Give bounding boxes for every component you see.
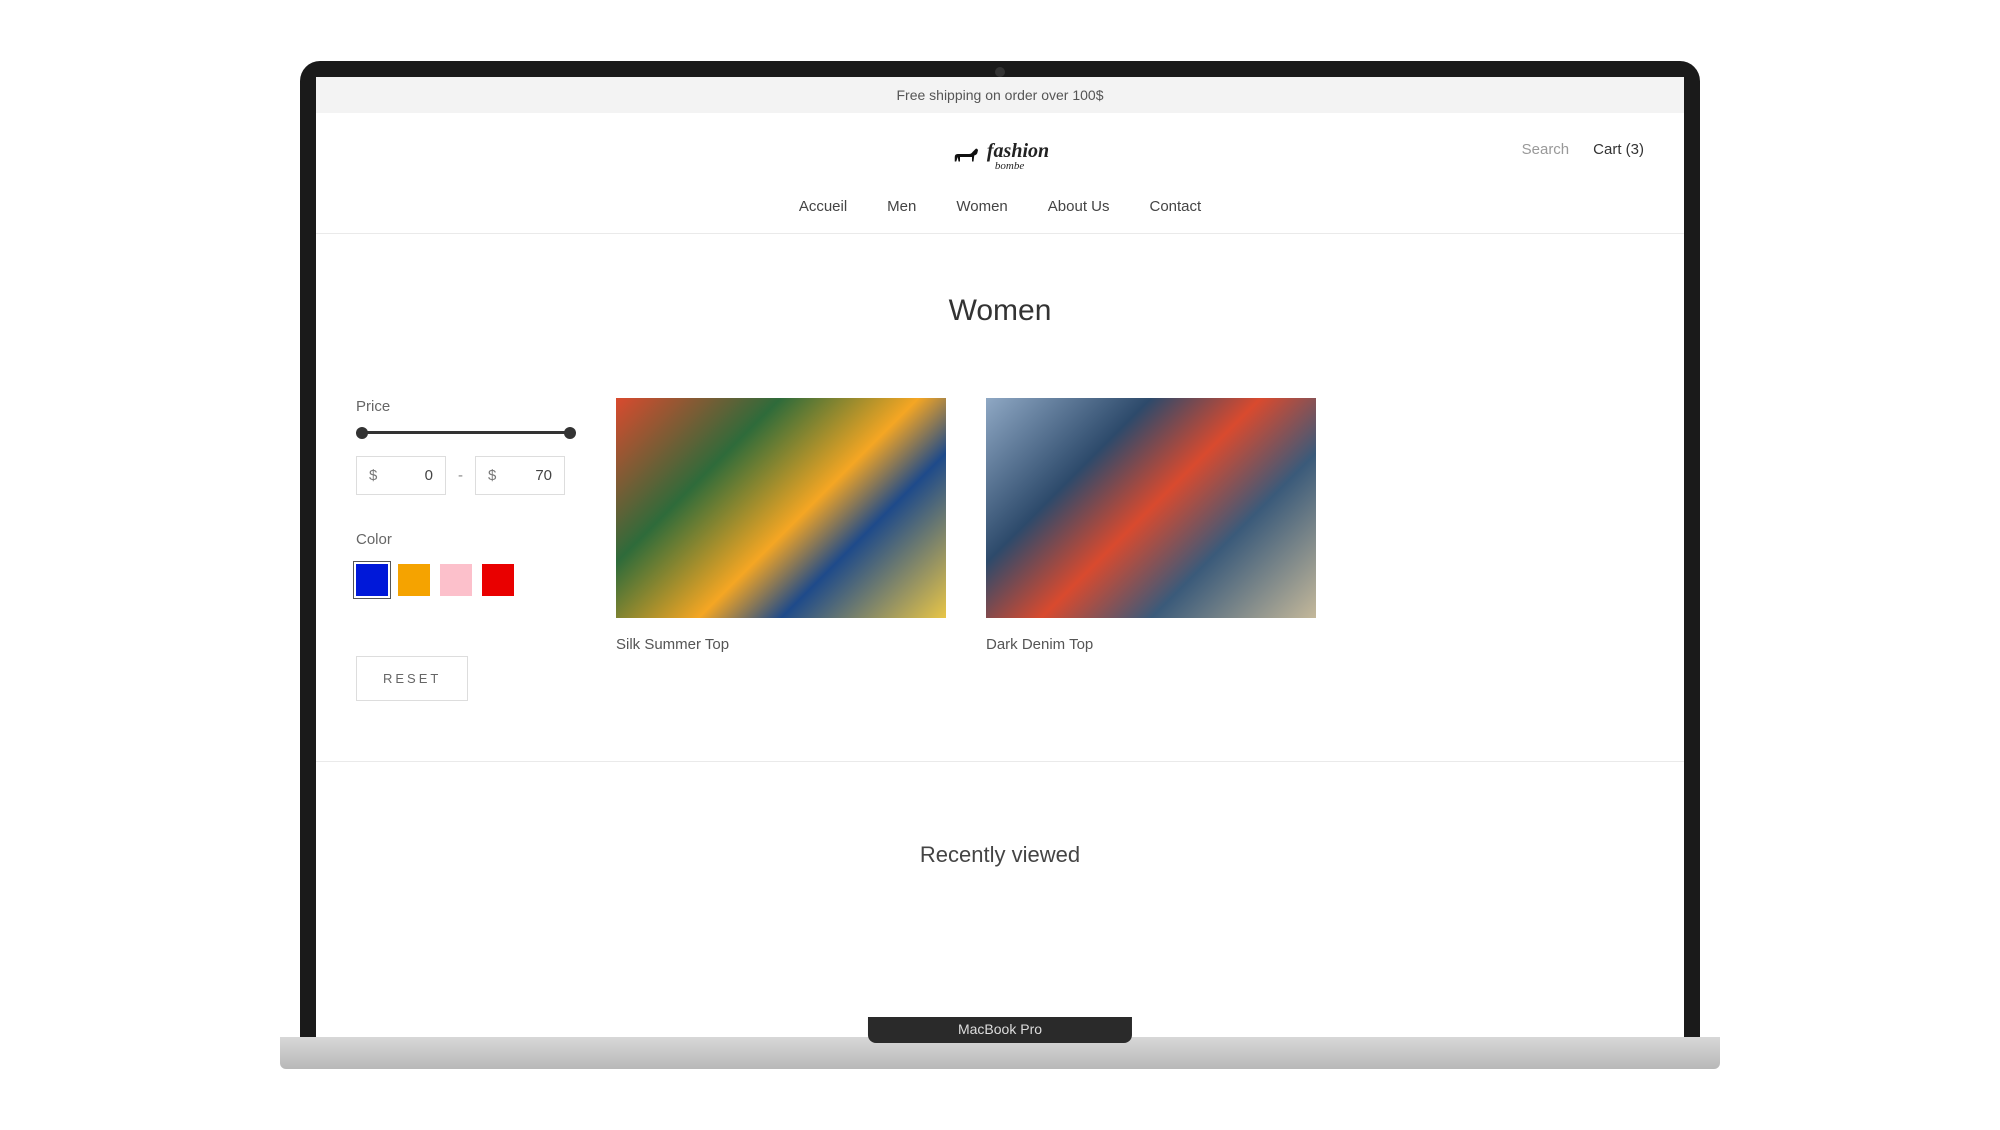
screen-content: Free shipping on order over 100$ Search … bbox=[316, 77, 1684, 1037]
price-inputs: $ - $ bbox=[356, 456, 576, 495]
currency-symbol: $ bbox=[369, 467, 377, 484]
cart-link[interactable]: Cart (3) bbox=[1593, 141, 1644, 158]
device-label: MacBook Pro bbox=[868, 1017, 1132, 1043]
nav-item-accueil[interactable]: Accueil bbox=[799, 198, 847, 215]
product-name: Dark Denim Top bbox=[986, 636, 1316, 653]
logo-wrap: fashion bombe bbox=[356, 133, 1644, 184]
price-filter-label: Price bbox=[356, 398, 576, 415]
main-area: Price $ - $ bbox=[316, 398, 1684, 701]
cart-label-prefix: Cart ( bbox=[1593, 141, 1631, 158]
color-filter-label: Color bbox=[356, 531, 576, 548]
color-swatches bbox=[356, 564, 576, 596]
price-slider[interactable] bbox=[362, 431, 570, 434]
camera-icon bbox=[995, 67, 1005, 77]
site-header: Search Cart (3) fashion bombe bbox=[316, 113, 1684, 234]
price-separator: - bbox=[458, 467, 463, 484]
product-image bbox=[986, 398, 1316, 618]
filter-sidebar: Price $ - $ bbox=[356, 398, 576, 701]
color-swatch-pink[interactable] bbox=[440, 564, 472, 596]
color-swatch-red[interactable] bbox=[482, 564, 514, 596]
price-min-box[interactable]: $ bbox=[356, 456, 446, 495]
product-grid: Silk Summer Top Dark Denim Top bbox=[616, 398, 1644, 701]
price-max-input[interactable] bbox=[496, 467, 552, 484]
nav-item-women[interactable]: Women bbox=[956, 198, 1007, 215]
logo-text: fashion bombe bbox=[987, 141, 1049, 172]
search-link[interactable]: Search bbox=[1522, 141, 1570, 158]
logo-sub-text: bombe bbox=[987, 161, 1049, 172]
macbook-base: MacBook Pro bbox=[280, 1037, 1720, 1069]
page-title: Women bbox=[316, 234, 1684, 398]
product-name: Silk Summer Top bbox=[616, 636, 946, 653]
price-slider-thumb-min[interactable] bbox=[356, 427, 368, 439]
color-swatch-blue[interactable] bbox=[356, 564, 388, 596]
product-image bbox=[616, 398, 946, 618]
logo-main-text: fashion bbox=[987, 141, 1049, 161]
price-slider-thumb-max[interactable] bbox=[564, 427, 576, 439]
main-nav: Accueil Men Women About Us Contact bbox=[356, 184, 1644, 233]
macbook-frame: Free shipping on order over 100$ Search … bbox=[300, 61, 1700, 1069]
currency-symbol: $ bbox=[488, 467, 496, 484]
price-min-input[interactable] bbox=[377, 467, 433, 484]
dog-icon bbox=[951, 146, 981, 168]
nav-item-contact[interactable]: Contact bbox=[1149, 198, 1201, 215]
cart-label-suffix: ) bbox=[1639, 141, 1644, 158]
price-max-box[interactable]: $ bbox=[475, 456, 565, 495]
header-utilities: Search Cart (3) bbox=[1522, 141, 1644, 158]
screen-bezel: Free shipping on order over 100$ Search … bbox=[300, 61, 1700, 1037]
cart-count: 3 bbox=[1631, 141, 1639, 158]
site-logo[interactable]: fashion bombe bbox=[951, 141, 1049, 172]
nav-item-men[interactable]: Men bbox=[887, 198, 916, 215]
announcement-banner: Free shipping on order over 100$ bbox=[316, 77, 1684, 113]
product-card[interactable]: Silk Summer Top bbox=[616, 398, 946, 701]
product-card[interactable]: Dark Denim Top bbox=[986, 398, 1316, 701]
reset-button[interactable]: RESET bbox=[356, 656, 468, 701]
recently-viewed-heading: Recently viewed bbox=[316, 761, 1684, 898]
color-swatch-orange[interactable] bbox=[398, 564, 430, 596]
nav-item-about[interactable]: About Us bbox=[1048, 198, 1110, 215]
